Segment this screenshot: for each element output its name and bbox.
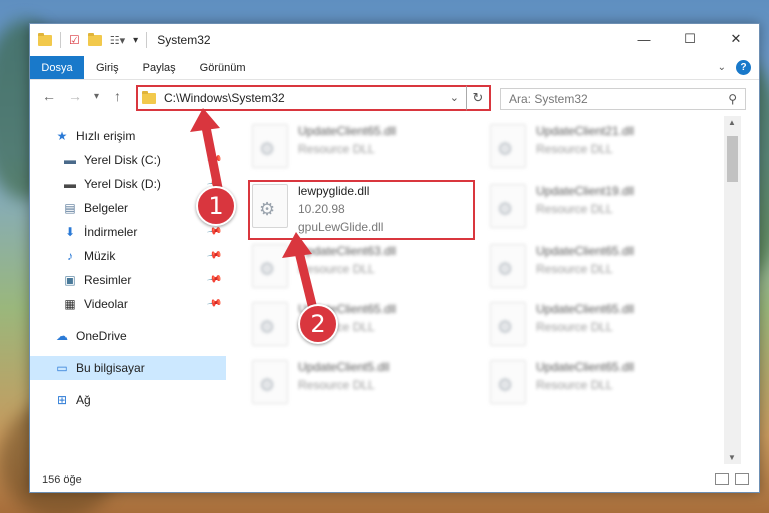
file-item[interactable]: UpdateClient65.dll Resource DLL [464,298,694,358]
file-list: UpdateClient65.dll Resource DLL lewpygli… [226,116,741,464]
tab-view[interactable]: Görünüm [188,56,258,79]
dll-file-icon [252,244,288,288]
up-icon[interactable]: ↑ [114,88,121,104]
sidebar-item-downloads[interactable]: ⬇ İndirmeler 📌 [30,220,226,244]
sidebar-item-videos[interactable]: ▦ Videolar 📌 [30,292,226,316]
dll-file-icon [252,360,288,404]
chevron-down-icon[interactable]: ▾ [133,35,138,46]
star-icon: ★ [56,129,68,143]
customize-toolbar-icon[interactable]: ☷▾ [110,34,125,47]
ribbon-tabs: Dosya Giriş Paylaş Görünüm ⌄ ? [30,56,759,80]
sidebar-item-onedrive[interactable]: ☁ OneDrive [30,324,226,348]
dll-file-icon [490,244,526,288]
scroll-down-icon[interactable]: ▼ [728,453,736,462]
video-icon: ▦ [64,297,76,311]
file-item[interactable]: UpdateClient65.dll Resource DLL [226,120,456,180]
properties-icon[interactable]: ☑ [69,33,80,47]
step-2-badge: 2 [298,304,338,344]
dll-file-icon [252,124,288,168]
file-item[interactable]: UpdateClient65.dll Resource DLL [226,298,456,358]
dll-file-icon [490,184,526,228]
pin-icon: 📌 [205,247,223,264]
dll-file-icon [490,302,526,346]
vertical-scrollbar[interactable]: ▲ ▼ [724,116,741,464]
sidebar-item-disk-d[interactable]: ▬ Yerel Disk (D:) 📌 [30,172,226,196]
dll-file-icon [490,360,526,404]
status-bar: 156 öğe [30,468,759,492]
music-icon: ♪ [67,249,73,263]
sidebar-item-this-pc[interactable]: ▭ Bu bilgisayar [30,356,226,380]
sidebar-item-network[interactable]: ⊞ Ağ [30,388,226,412]
chevron-down-icon[interactable]: ⌄ [450,91,459,104]
quick-access-toolbar: ☑ ☷▾ ▾ [38,32,151,48]
step-1-badge: 1 [196,186,236,226]
title-bar: ☑ ☷▾ ▾ System32 — ☐ ✕ [30,24,759,56]
new-folder-icon[interactable] [87,32,102,46]
tab-home[interactable]: Giriş [84,56,131,79]
sidebar-item-music[interactable]: ♪ Müzik 📌 [30,244,226,268]
file-item[interactable]: UpdateClient21.dll Resource DLL [464,120,694,180]
pictures-icon: ▣ [64,273,76,287]
folder-icon [142,90,156,104]
sidebar-item-quick-access[interactable]: ★ Hızlı erişim [30,124,226,148]
file-item[interactable]: UpdateClient65.dll Resource DLL [464,240,694,300]
forward-icon[interactable]: → [68,88,82,104]
back-icon[interactable]: ← [42,88,56,104]
expand-ribbon-icon[interactable]: ⌄ [718,62,726,73]
minimize-button[interactable]: — [621,24,667,54]
scrollbar-thumb[interactable] [727,136,738,182]
tab-share[interactable]: Paylaş [131,56,188,79]
search-input[interactable]: Ara: System32 ⚲ [500,88,746,110]
address-bar[interactable]: C:\Windows\System32 ⌄ [136,85,491,111]
documents-icon: ▤ [64,201,76,215]
explorer-window: ☑ ☷▾ ▾ System32 — ☐ ✕ Dosya Giriş Paylaş… [29,23,760,493]
search-placeholder: Ara: System32 [509,92,588,106]
window-title: System32 [157,33,211,47]
tiles-view-icon[interactable] [735,473,749,485]
network-icon: ⊞ [56,393,68,407]
tab-file[interactable]: Dosya [30,56,84,79]
address-row: ← → ▾ ↑ C:\Windows\System32 ⌄ ↻ Ara: Sys… [30,80,759,116]
drive-icon: ▬ [64,153,76,167]
main-area: ★ Hızlı erişim ▬ Yerel Disk (C:) 📌 ▬ Yer… [30,116,759,464]
folder-icon[interactable] [38,32,52,46]
maximize-button[interactable]: ☐ [667,24,713,54]
help-icon[interactable]: ? [736,60,751,75]
details-view-icon[interactable] [715,473,729,485]
dll-file-icon [252,302,288,346]
search-icon: ⚲ [728,92,737,106]
sidebar-item-disk-c[interactable]: ▬ Yerel Disk (C:) 📌 [30,148,226,172]
refresh-icon: ↻ [472,90,484,105]
file-item[interactable]: UpdateClient63.dll Resource DLL [226,240,456,300]
dll-file-icon [490,124,526,168]
address-path[interactable]: C:\Windows\System32 [164,91,285,105]
window-controls: — ☐ ✕ [621,24,759,54]
pin-icon: 📌 [205,151,223,168]
scroll-up-icon[interactable]: ▲ [728,118,736,127]
pin-icon: 📌 [205,295,223,312]
pin-icon: 📌 [205,271,223,288]
refresh-button[interactable]: ↻ [466,85,491,111]
computer-icon: ▭ [56,361,68,375]
cloud-icon: ☁ [56,329,68,343]
drive-icon: ▬ [64,177,76,191]
item-count: 156 öğe [42,474,82,486]
file-item[interactable]: UpdateClient65.dll Resource DLL [464,356,694,416]
recent-locations-icon[interactable]: ▾ [94,91,99,102]
file-item[interactable]: UpdateClient5.dll Resource DLL [226,356,456,416]
highlight-box [248,180,475,240]
close-button[interactable]: ✕ [713,24,759,54]
file-item[interactable]: UpdateClient19.dll Resource DLL [464,180,694,240]
navigation-pane: ★ Hızlı erişim ▬ Yerel Disk (C:) 📌 ▬ Yer… [30,116,226,464]
sidebar-item-pictures[interactable]: ▣ Resimler 📌 [30,268,226,292]
download-icon: ⬇ [64,225,76,239]
